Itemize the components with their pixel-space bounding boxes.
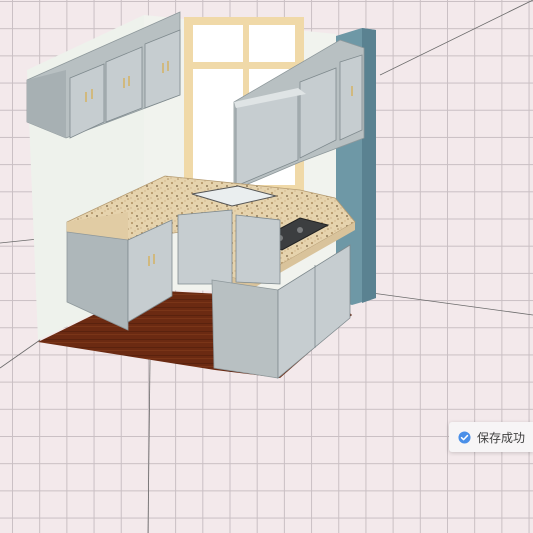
design-viewport[interactable]: 保存成功 bbox=[0, 0, 533, 533]
save-success-toast: 保存成功 bbox=[449, 422, 533, 452]
kitchen-3d-scene[interactable] bbox=[0, 0, 533, 533]
check-circle-icon bbox=[458, 430, 471, 444]
toast-message: 保存成功 bbox=[477, 430, 526, 445]
